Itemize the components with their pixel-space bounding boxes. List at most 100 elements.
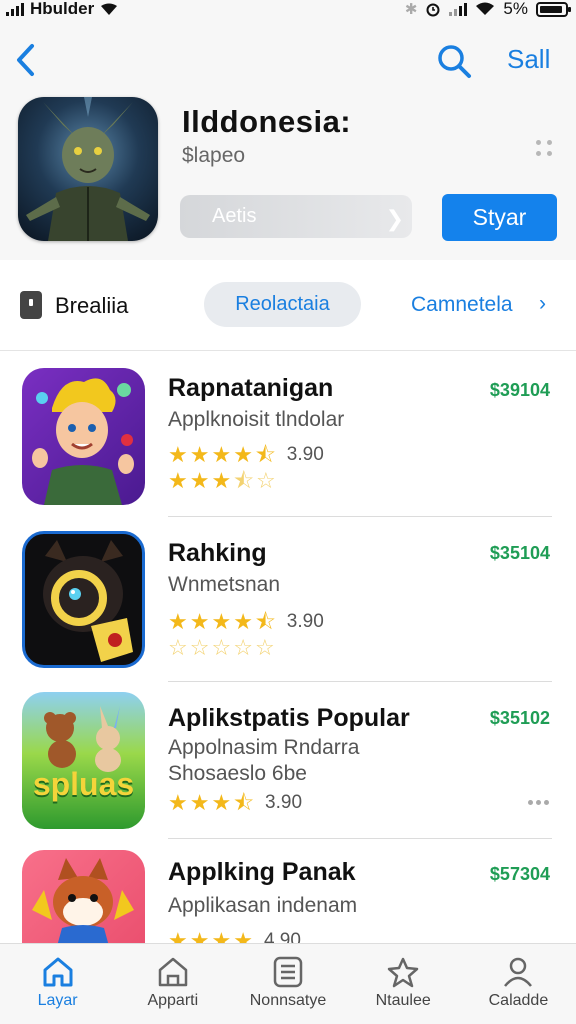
star-icon: ★ [211, 442, 232, 467]
star-icon: ★ [168, 468, 188, 493]
tab-caladde[interactable]: Caladde [461, 944, 576, 1024]
star-rating: ★ ★ ★ ★ ⯪ 3.90 [168, 611, 324, 633]
wifi-icon [101, 3, 118, 15]
tab-layar[interactable]: Layar [0, 944, 115, 1024]
header-action-button[interactable]: Sall [507, 44, 550, 75]
filter-row: Brealiia Reolactaia Camnetela › [0, 260, 576, 351]
fox-illustration [32, 858, 134, 943]
tab-apparti[interactable]: Apparti [115, 944, 230, 1024]
star-icon: ★ [168, 790, 188, 815]
creature-illustration [26, 97, 150, 241]
filter-pill-button[interactable]: Reolactaia [204, 282, 361, 327]
more-options-icon[interactable] [536, 138, 556, 158]
app-name: Applking Panak [168, 858, 356, 886]
person-icon [504, 957, 533, 987]
star-rating: ★ ★ ★ ★ ⯪ 3.90 [168, 444, 324, 466]
back-chevron-icon[interactable] [12, 42, 40, 78]
star-icon: ★ [233, 609, 253, 634]
app-subtitle: Applknoisit tlndolar [168, 408, 345, 431]
animals-illustration [44, 706, 121, 772]
app-subtitle: Wnmetsnan [168, 573, 281, 596]
star-icon: ★ [189, 790, 210, 815]
rating-value: 3.90 [286, 444, 324, 465]
app-subtitle-secondary: Shosaeslo 6be [168, 762, 307, 785]
app-price[interactable]: $35102 [490, 708, 550, 729]
app-icon-fox[interactable] [22, 850, 145, 943]
home-icon [43, 957, 73, 987]
signal-icon [6, 2, 24, 16]
star-icon: ★ [189, 609, 210, 634]
status-left: Hbulder [6, 0, 118, 18]
app-subtitle: Applikasan indenam [168, 894, 358, 917]
star-icon: ★ [189, 928, 210, 944]
list-item[interactable]: Rahking $35104 Wnmetsnan ★ ★ ★ ★ ⯪ 3.90 ☆ ☆ ☆ ☆… [0, 517, 576, 682]
star-outline-icon: ☆ [189, 635, 210, 660]
star-icon: ★ [211, 468, 232, 493]
list-item[interactable]: spluas Aplikstpatis Popular $35102 Appol… [0, 682, 576, 846]
star-icon: ★ [211, 790, 232, 815]
star-icon: ★ [168, 609, 188, 634]
app-name: Rahking [168, 539, 267, 567]
star-half-icon: ⯪ [233, 790, 255, 815]
star-outline-icon: ☆ [254, 635, 275, 660]
rating-value: 3.90 [265, 792, 303, 813]
star-rating: ★ ★ ★ ⯪ 3.90 [168, 792, 302, 814]
status-right: ✱ 5% [404, 0, 571, 18]
featured-app-icon[interactable] [18, 97, 158, 241]
app-icon-cartoon-boy[interactable] [22, 368, 145, 505]
list-item[interactable]: Rapnatanigan $39104 Applknoisit tlndolar… [0, 352, 576, 517]
chevron-right-icon[interactable]: › [539, 292, 546, 316]
star-rating-secondary: ★ ★ ★ ⯪ ☆ [168, 470, 276, 492]
secondary-action-label: Aetis [212, 205, 257, 227]
tab-ntaulee[interactable]: Ntaulee [346, 944, 461, 1024]
app-header: Sall Ilddonesia: $lapeo Aetis ❯ Styar [0, 20, 576, 260]
carrier-label: Hbulder [30, 0, 95, 18]
star-icon: ★ [168, 928, 188, 944]
star-icon: ★ [189, 468, 210, 493]
dark-creature-illustration [43, 540, 133, 662]
secondary-action-button[interactable]: Aetis ❯ [180, 195, 412, 238]
star-icon: ★ [211, 928, 232, 944]
app-price[interactable]: $39104 [490, 380, 550, 401]
icon-brand-text: spluas [32, 766, 135, 802]
star-half-icon: ⯪ [254, 442, 276, 467]
rating-value: 3.90 [286, 611, 324, 632]
store-icon [158, 957, 188, 987]
list-item[interactable]: Applking Panak $57304 Applikasan indenam… [0, 838, 576, 943]
app-price[interactable]: $57304 [490, 864, 550, 885]
star-rating-secondary: ☆ ☆ ☆ ☆ ☆ [168, 637, 275, 659]
star-half-icon: ⯪ [254, 609, 276, 634]
filter-label[interactable]: Brealiia [55, 293, 128, 319]
app-price[interactable]: $35104 [490, 543, 550, 564]
tab-label: Layar [37, 992, 78, 1009]
app-subtitle: $lapeo [182, 144, 246, 167]
tab-label: Caladde [488, 992, 549, 1009]
star-icon: ★ [211, 609, 232, 634]
search-icon[interactable] [434, 42, 474, 80]
status-bar: Hbulder ✱ 5% [0, 0, 576, 20]
app-subtitle: Appolnasim Rndarra [168, 736, 360, 759]
star-half-icon: ⯪ [233, 468, 255, 493]
star-outline-icon: ☆ [211, 635, 232, 660]
star-icon: ★ [168, 442, 188, 467]
chevron-right-icon: ❯ [385, 206, 404, 231]
app-title: Ilddonesia: [182, 104, 352, 139]
tab-label: Apparti [147, 992, 199, 1009]
cartoon-boy-illustration [32, 378, 134, 505]
app-icon-animals[interactable]: spluas [22, 692, 145, 829]
filter-link[interactable]: Camnetela [411, 293, 513, 317]
tab-nonnsatye[interactable]: Nonnsatye [230, 944, 345, 1024]
tab-bar: Layar Apparti Nonnsatye Ntaulee Caladde [0, 943, 576, 1024]
primary-action-button[interactable]: Styar [442, 194, 557, 241]
app-name: Aplikstpatis Popular [168, 704, 410, 732]
star-outline-icon: ☆ [233, 635, 253, 660]
category-icon[interactable] [20, 291, 42, 319]
tab-label: Nonnsatye [249, 992, 327, 1009]
app-icon-dark-creature[interactable] [22, 531, 145, 668]
star-icon: ★ [189, 442, 210, 467]
more-options-icon[interactable] [528, 800, 552, 806]
rating-value: 4.90 [263, 930, 301, 943]
cell-signal-icon [449, 2, 468, 16]
bluetooth-icon: ✱ [404, 1, 418, 18]
star-icon: ★ [233, 928, 253, 944]
